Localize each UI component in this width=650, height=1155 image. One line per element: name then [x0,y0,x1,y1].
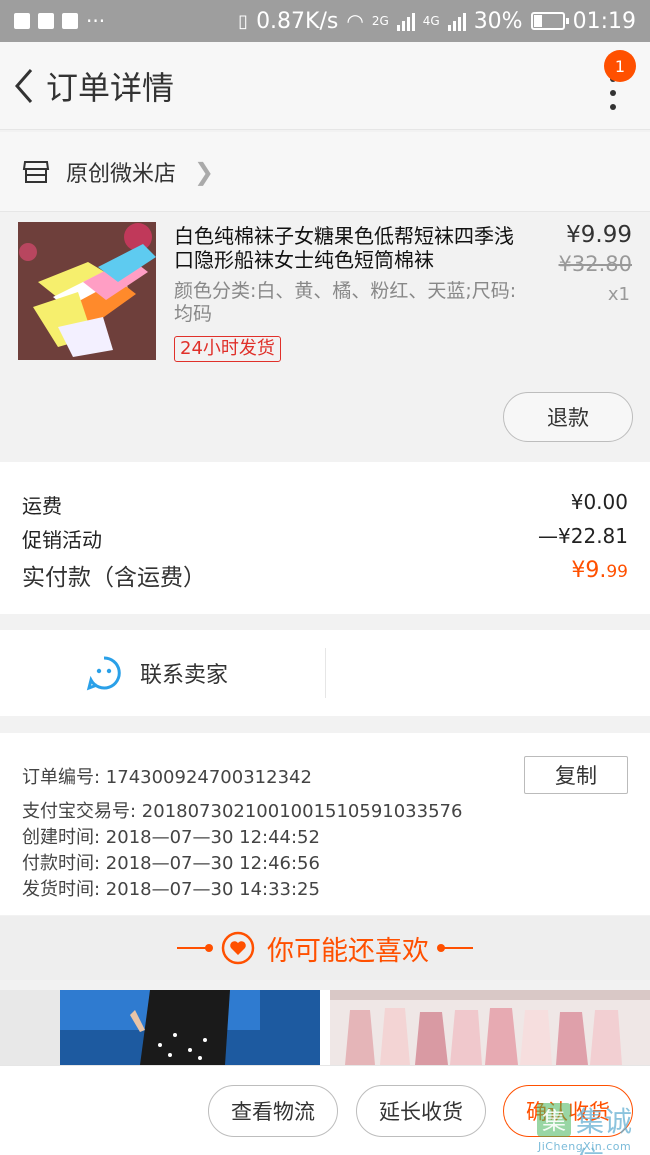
sim1-type: 2G [371,14,389,28]
network-speed: 0.87K/s [256,8,339,34]
contact-seller-label: 联系卖家 [140,663,229,688]
total-value: ¥9.99 [571,558,628,592]
contact-seller-button[interactable]: 联系卖家 [86,630,228,716]
promo-value: —¥22.81 [538,524,628,548]
order-number: 订单编号: 174300924700312342 [22,767,312,788]
svg-text:集: 集 [542,1107,566,1135]
product-price: ¥9.99 [566,222,632,248]
recommend-grid [0,990,650,1065]
page-title: 订单详情 [46,68,175,107]
signal-icon [396,11,415,31]
watermark-icon: 集 [537,1103,571,1137]
image-icon [62,13,78,29]
recommend-item-image[interactable] [0,990,320,1065]
order-info: 订单编号: 174300924700312342 复制 支付宝交易号: 2018… [0,733,650,915]
recommend-item-image[interactable] [330,990,650,1065]
heart-icon [221,931,255,965]
vibrate-icon: ▯ [238,10,249,32]
total-main: ¥9. [571,558,607,583]
created-time: 创建时间: 2018—07—30 12:44:52 [22,827,320,848]
original-price: ¥32.80 [558,252,632,276]
shop-name: 原创微米店 [66,161,177,187]
battery-percent: 30% [473,8,523,34]
status-bar: ··· ▯ 0.87K/s ◠ 2G 4G 30% 01:19 [0,0,650,42]
alipay-number: 支付宝交易号: 2018073021001001510591033576 [22,801,463,822]
nav-header: 订单详情 1 [0,42,650,130]
product-quantity: x1 [607,284,630,305]
total-cents: 99 [606,562,628,582]
promo-label: 促销活动 [22,528,102,552]
divider [325,648,326,698]
chat-bubble-icon [86,656,121,691]
wifi-icon: ◠ [346,9,364,33]
recommend-title: 你可能还喜欢 [267,935,429,967]
order-item[interactable]: 白色纯棉袜子女糖果色低帮短袜四季浅口隐形船袜女士纯色短筒棉袜 颜色分类:白、黄、… [0,212,650,462]
back-arrow-icon[interactable] [4,42,44,130]
chevron-right-icon: ❯ [194,157,215,186]
battery-icon [530,12,569,30]
refund-button[interactable]: 退款 [503,392,633,442]
shop-row[interactable]: 原创微米店 ❯ [0,132,650,212]
sim2-type: 4G [422,14,440,28]
notification-icon [14,13,30,29]
total-row: 实付款（含运费） ¥9.99 [22,558,628,592]
product-sku: 颜色分类:白、黄、橘、粉红、天蓝;尺码:均码 [174,280,517,325]
contact-bar: 联系卖家 [0,630,650,716]
signal-icon [447,11,466,31]
shipping-label: 运费 [22,494,62,518]
watermark-logo: 集 集诚信 JiChengXin.com [530,1100,650,1155]
product-image [18,222,156,360]
view-logistics-button[interactable]: 查看物流 [208,1085,338,1137]
extend-receipt-button[interactable]: 延长收货 [356,1085,486,1137]
promo-row: 促销活动 —¥22.81 [22,524,628,553]
watermark-url: JiChengXin.com [538,1140,632,1153]
shipping-row: 运费 ¥0.00 [22,490,628,519]
total-label: 实付款（含运费） [22,565,206,591]
store-icon [22,160,50,183]
copy-button[interactable]: 复制 [524,756,628,794]
recommend-header: 你可能还喜欢 [0,916,650,980]
paid-time: 付款时间: 2018—07—30 12:46:56 [22,853,320,874]
product-title: 白色纯棉袜子女糖果色低帮短袜四季浅口隐形船袜女士纯色短筒棉袜 [174,224,514,272]
clock: 01:19 [572,8,636,34]
message-badge: 1 [604,50,636,82]
notification-icon [38,13,54,29]
more-notifications-icon: ··· [86,9,106,33]
shipping-tag: 24小时发货 [174,336,281,362]
decor-line [177,944,213,952]
shipped-time: 发货时间: 2018—07—30 14:33:25 [22,879,320,900]
decor-line [437,944,473,952]
shipping-value: ¥0.00 [570,490,628,514]
price-summary: 运费 ¥0.00 促销活动 —¥22.81 实付款（含运费） ¥9.99 [0,462,650,614]
